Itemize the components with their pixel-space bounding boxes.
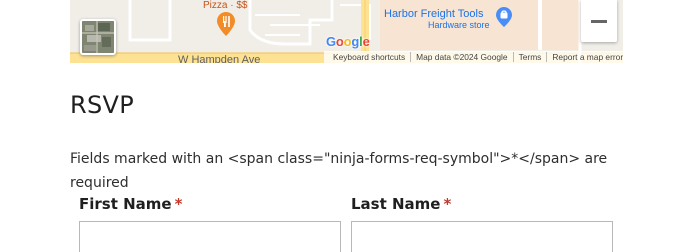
satellite-layer-toggle[interactable]: [80, 19, 116, 55]
map-data-attribution: Map data ©2024 Google: [410, 52, 512, 62]
report-map-error-link[interactable]: Report a map error: [546, 52, 623, 62]
first-name-label-text: First Name: [79, 195, 172, 213]
last-name-label-text: Last Name: [351, 195, 441, 213]
form-title: RSVP: [70, 91, 135, 119]
map-poi-pizza-label[interactable]: Pizza · $$: [203, 0, 247, 12]
keyboard-shortcuts-link[interactable]: Keyboard shortcuts: [328, 52, 410, 62]
minus-icon: [591, 19, 607, 23]
first-name-label: First Name *: [79, 194, 182, 214]
satellite-thumbnail-icon: [82, 21, 114, 53]
map-poi-category-label: Hardware store: [428, 20, 490, 30]
embedded-map[interactable]: Pizza · $$ Harbor Freight Tools Hardware…: [70, 0, 623, 63]
google-logo-letter: g: [351, 34, 360, 49]
zoom-out-button[interactable]: [581, 0, 617, 42]
page: Pizza · $$ Harbor Freight Tools Hardware…: [0, 0, 690, 252]
map-attribution-bar: Keyboard shortcuts Map data ©2024 Google…: [324, 51, 623, 63]
food-pin-icon[interactable]: [217, 12, 235, 36]
last-name-label: Last Name *: [351, 194, 451, 214]
required-asterisk: *: [443, 195, 452, 213]
required-fields-note: Fields marked with an <span class="ninja…: [70, 151, 608, 191]
google-logo: Google: [326, 34, 370, 49]
google-logo-letter: e: [362, 34, 370, 49]
google-logo-letter: o: [335, 34, 344, 49]
terms-link[interactable]: Terms: [512, 52, 547, 62]
map-street-label: W Hampden Ave: [178, 54, 261, 63]
shopping-bag-pin-icon[interactable]: [496, 7, 512, 27]
google-logo-letter: G: [326, 34, 336, 49]
last-name-input[interactable]: [351, 221, 613, 252]
required-asterisk: *: [174, 195, 183, 213]
first-name-input[interactable]: [79, 221, 341, 252]
